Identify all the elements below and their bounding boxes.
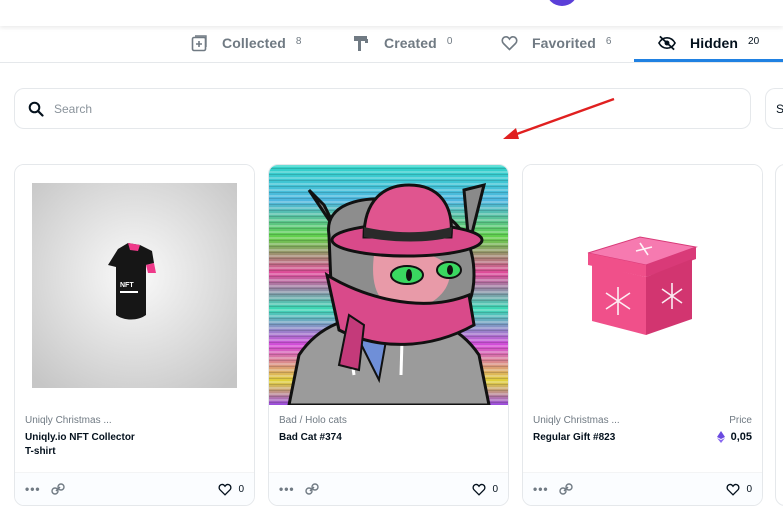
tab-created-label: Created <box>384 35 437 51</box>
tab-collected-count: 8 <box>295 35 302 47</box>
collection-name[interactable]: Uniqly Christmas ... <box>25 415 244 426</box>
favorite-count: 0 <box>238 483 244 495</box>
tab-created-count: 0 <box>446 35 453 47</box>
tab-hidden[interactable]: Hidden 20 <box>658 24 759 62</box>
more-options-button[interactable]: ••• <box>533 482 549 496</box>
heart-icon <box>218 483 232 496</box>
nft-card-partial[interactable] <box>775 164 783 506</box>
active-tab-indicator <box>634 59 783 62</box>
search-box <box>14 88 751 129</box>
more-options-button[interactable]: ••• <box>25 482 41 496</box>
price-value: 0,05 <box>716 431 752 443</box>
nft-name-line1: Uniqly.io NFT Collector <box>25 432 135 443</box>
heart-icon <box>726 483 740 496</box>
nft-card[interactable]: Uniqly Christmas ... Regular Gift #823 P… <box>522 164 763 506</box>
tab-favorited[interactable]: Favorited 6 <box>500 24 611 62</box>
collected-icon <box>190 34 208 52</box>
annotation-arrow <box>503 97 615 139</box>
tab-created[interactable]: Created 0 <box>352 24 452 62</box>
sort-dropdown[interactable]: S <box>765 88 783 129</box>
search-icon <box>28 101 44 117</box>
tab-collected[interactable]: Collected 8 <box>190 24 301 62</box>
top-header-strip <box>0 0 783 26</box>
eth-icon <box>716 431 725 443</box>
created-icon <box>352 34 370 52</box>
nft-name[interactable]: Bad Cat #374 <box>279 431 498 445</box>
link-icon[interactable] <box>558 482 573 496</box>
nft-card[interactable]: NFT Uniqly Christmas ... Uniqly.io NFT C… <box>14 164 255 506</box>
price-block: Price 0,05 <box>716 415 752 443</box>
nft-name[interactable]: Uniqly.io NFT Collector T-shirt <box>25 431 244 459</box>
nft-image[interactable] <box>269 165 508 405</box>
sort-label: S <box>776 102 783 116</box>
svg-text:NFT: NFT <box>120 282 134 289</box>
profile-avatar[interactable] <box>546 0 578 6</box>
tab-hidden-label: Hidden <box>690 35 739 51</box>
price-label: Price <box>729 415 752 426</box>
link-icon[interactable] <box>50 482 65 496</box>
hidden-eye-icon <box>658 34 676 52</box>
cat-image <box>269 165 508 405</box>
tab-favorited-label: Favorited <box>532 35 596 51</box>
nft-image[interactable]: NFT <box>15 165 254 405</box>
more-options-button[interactable]: ••• <box>279 482 295 496</box>
collection-name[interactable]: Bad / Holo cats <box>279 415 498 426</box>
heart-icon <box>500 34 518 52</box>
favorite-button[interactable]: 0 <box>218 483 244 496</box>
nft-image[interactable] <box>523 165 762 405</box>
favorite-button[interactable]: 0 <box>472 483 498 496</box>
heart-icon <box>472 483 486 496</box>
favorite-button[interactable]: 0 <box>726 483 752 496</box>
favorite-count: 0 <box>746 483 752 495</box>
gift-box-image <box>587 236 698 335</box>
card-footer: ••• 0 <box>269 472 508 505</box>
nft-card[interactable]: Bad / Holo cats Bad Cat #374 ••• 0 <box>268 164 509 506</box>
card-footer: ••• 0 <box>523 472 762 505</box>
price-amount: 0,05 <box>730 431 752 443</box>
profile-tabs: Collected 8 Created 0 Favorited 6 Hidden… <box>0 24 783 63</box>
tab-hidden-count: 20 <box>748 35 760 47</box>
link-icon[interactable] <box>304 482 319 496</box>
card-footer: ••• 0 <box>15 472 254 505</box>
tab-favorited-count: 6 <box>605 35 612 47</box>
tab-collected-label: Collected <box>222 35 286 51</box>
favorite-count: 0 <box>492 483 498 495</box>
tshirt-image: NFT <box>32 182 237 388</box>
nft-name-line2: T-shirt <box>25 446 56 457</box>
